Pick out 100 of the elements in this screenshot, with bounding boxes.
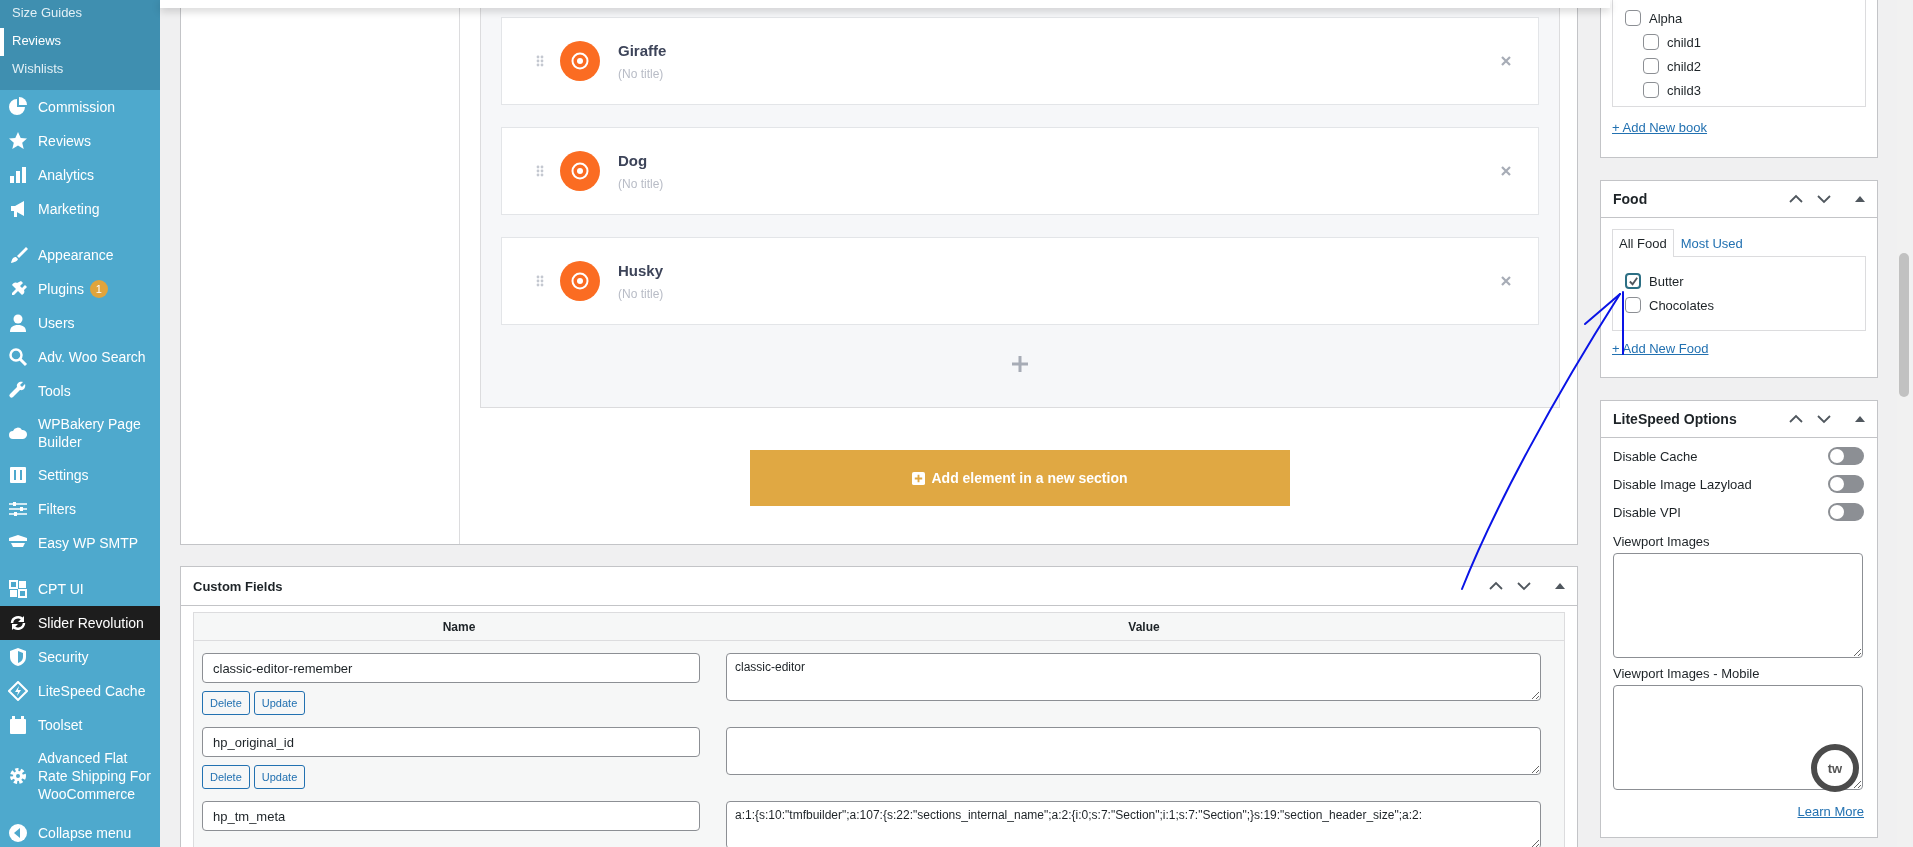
menu-item[interactable]: Slider Revolution	[0, 606, 160, 640]
checkbox[interactable]	[1625, 273, 1641, 289]
search-icon	[8, 347, 28, 367]
add-new-link[interactable]: + Add New book	[1612, 120, 1708, 135]
category-label: Butter	[1649, 273, 1684, 289]
toggle-switch[interactable]	[1828, 475, 1864, 493]
collapse-menu-button[interactable]: Collapse menu	[0, 816, 160, 847]
menu-item[interactable]: Security	[0, 640, 160, 674]
checkbox[interactable]	[1625, 10, 1641, 26]
drag-handle-icon[interactable]	[536, 55, 544, 67]
brush-icon	[8, 245, 28, 265]
text-area[interactable]	[1613, 685, 1863, 790]
menu-item[interactable]: CPT UI	[0, 572, 160, 606]
submenu-item[interactable]: Wishlists	[0, 56, 160, 84]
menu-item[interactable]: Commission	[0, 90, 160, 124]
checkbox[interactable]	[1625, 297, 1641, 313]
toggle-switch[interactable]	[1828, 503, 1864, 521]
chevron-down-icon[interactable]	[1517, 581, 1531, 591]
menu-item[interactable]: Appearance	[0, 238, 160, 272]
close-icon[interactable]	[1501, 56, 1511, 66]
meta-button[interactable]: Delete	[202, 765, 250, 789]
meta-button[interactable]: Update	[253, 765, 306, 789]
chevron-down-icon[interactable]	[1817, 414, 1831, 424]
name-field[interactable]: hp_tm_meta	[202, 801, 700, 831]
menu-item[interactable]: Advanced Flat Rate Shipping For WooCommerce	[0, 742, 160, 810]
box-title: Food	[1613, 191, 1648, 207]
element-subtitle: (No title)	[618, 286, 665, 301]
element-card[interactable]: Dog (No title)	[501, 127, 1539, 215]
gear-icon	[8, 766, 28, 786]
value-field[interactable]: a:1:{s:10:"tmfbuilder";a:107:{s:22:"sections_internal_name";a:2:{i:0;s:7:"Section";i:1;s:7:"Section";}s:19:"section_header_size";a:2:	[726, 801, 1541, 847]
drag-handle-icon[interactable]	[536, 275, 544, 287]
arrow-left-icon	[8, 823, 28, 843]
menu-item[interactable]: Filters	[0, 492, 160, 526]
close-icon[interactable]	[1501, 166, 1511, 176]
column-header: Value	[1127, 619, 1161, 634]
user-icon	[8, 313, 28, 333]
value-field[interactable]	[726, 727, 1541, 775]
count-badge: 1	[89, 280, 108, 298]
category-label: child3	[1667, 82, 1701, 98]
menu-item[interactable]: Marketing	[0, 192, 160, 226]
category-label: Chocolates	[1649, 297, 1715, 313]
target-icon	[560, 151, 600, 191]
plus-icon[interactable]	[1011, 355, 1029, 373]
grid-icon	[8, 579, 28, 599]
menu-item[interactable]: Easy WP SMTP	[0, 526, 160, 560]
element-subtitle: (No title)	[618, 176, 665, 191]
category-tab[interactable]: All Food	[1612, 229, 1674, 257]
chevron-down-icon[interactable]	[1817, 194, 1831, 204]
chevron-up-icon[interactable]	[1789, 194, 1803, 204]
triangle-up-icon[interactable]	[1555, 583, 1565, 589]
menu-item[interactable]: Users	[0, 306, 160, 340]
wrench-icon	[8, 381, 28, 401]
submenu-item[interactable]: Size Guides	[0, 0, 160, 28]
menu-item[interactable]: Settings	[0, 458, 160, 492]
menu-item[interactable]: Analytics	[0, 158, 160, 192]
learn-more-link[interactable]: Learn More	[1797, 804, 1864, 819]
menu-item[interactable]: WPBakery Page Builder	[0, 408, 160, 458]
checkbox[interactable]	[1643, 82, 1659, 98]
menu-item[interactable]: Reviews	[0, 124, 160, 158]
chevron-up-icon[interactable]	[1789, 414, 1803, 424]
box-title: LiteSpeed Options	[1613, 411, 1737, 427]
menu-item[interactable]: Tools	[0, 374, 160, 408]
element-title: Giraffe	[618, 41, 668, 59]
chevron-up-icon[interactable]	[1489, 581, 1503, 591]
element-title: Husky	[618, 261, 665, 279]
meta-button[interactable]: Update	[253, 691, 306, 715]
submenu-item[interactable]: Reviews	[0, 28, 160, 56]
field-label: Viewport Images - Mobile	[1613, 666, 1761, 681]
value-field[interactable]: classic-editor	[726, 653, 1541, 701]
box-icon	[8, 715, 28, 735]
menu-item[interactable]: Plugins 1	[0, 272, 160, 306]
drag-handle-icon[interactable]	[536, 165, 544, 177]
name-field[interactable]: classic-editor-remember	[202, 653, 700, 683]
element-subtitle: (No title)	[618, 66, 665, 81]
category-label: Alpha	[1649, 10, 1683, 26]
checkbox[interactable]	[1643, 34, 1659, 50]
category-label: child1	[1667, 34, 1701, 50]
menu-item[interactable]: Adv. Woo Search	[0, 340, 160, 374]
shield-icon	[8, 647, 28, 667]
element-card[interactable]: Giraffe (No title)	[501, 17, 1539, 105]
toggle-label: Disable Cache	[1613, 448, 1698, 464]
triangle-up-icon[interactable]	[1855, 196, 1865, 202]
menu-item[interactable]: LiteSpeed Cache	[0, 674, 160, 708]
menu-item[interactable]: Toolset	[0, 708, 160, 742]
scrollbar-thumb[interactable]	[1899, 253, 1909, 397]
add-new-link[interactable]: + Add New Food	[1612, 341, 1709, 356]
add-section-button[interactable]: Add element in a new section	[750, 450, 1290, 506]
box-title: Custom Fields	[193, 578, 283, 594]
element-title: Dog	[618, 151, 649, 169]
element-card[interactable]: Husky (No title)	[501, 237, 1539, 325]
name-field[interactable]: hp_original_id	[202, 727, 700, 757]
annotation-line	[1621, 291, 1625, 355]
toggle-switch[interactable]	[1828, 447, 1864, 465]
meta-button[interactable]: Delete	[202, 691, 250, 715]
triangle-up-icon[interactable]	[1855, 416, 1865, 422]
close-icon[interactable]	[1501, 276, 1511, 286]
column-header: Name	[441, 619, 477, 634]
plus-square-icon	[912, 471, 926, 485]
category-tab[interactable]: Most Used	[1673, 229, 1750, 257]
checkbox[interactable]	[1643, 58, 1659, 74]
